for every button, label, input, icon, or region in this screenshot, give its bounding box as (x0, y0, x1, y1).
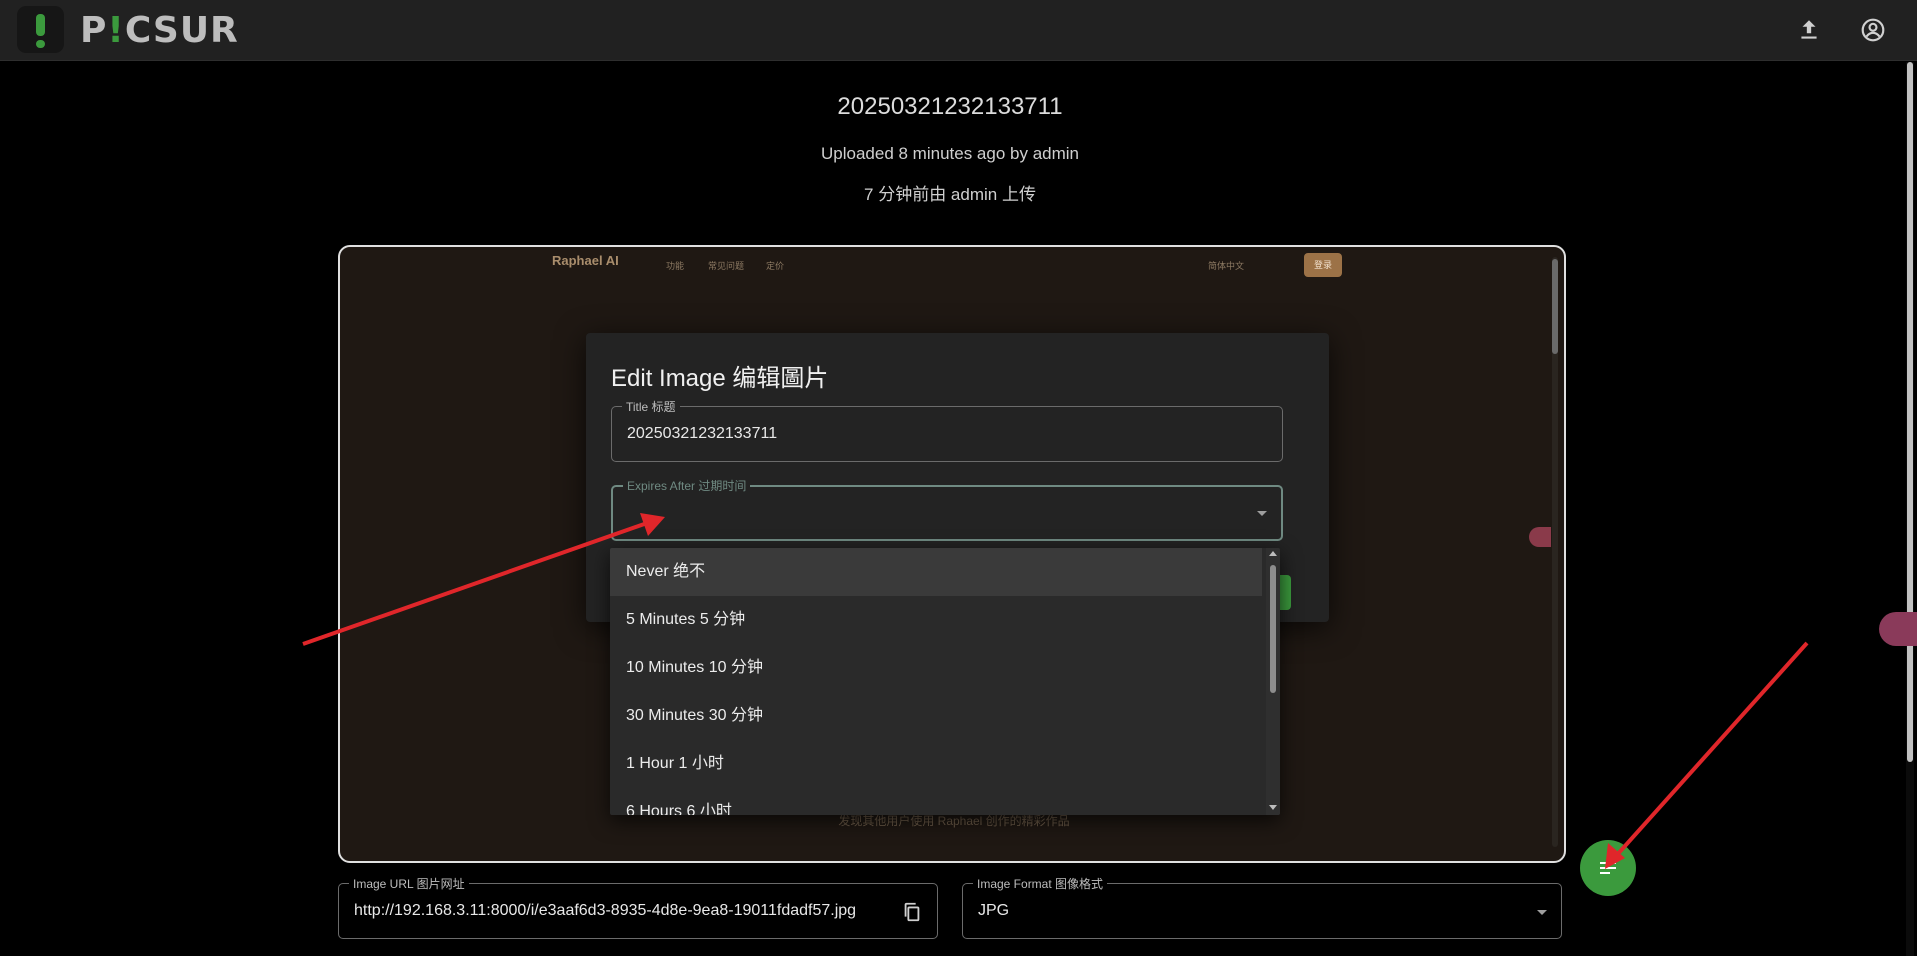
upload-icon[interactable] (1796, 17, 1822, 43)
image-url-label: Image URL 图片网址 (349, 875, 469, 892)
preview-brand: Raphael AI (552, 253, 619, 268)
expires-options-panel: Never 绝不 5 Minutes 5 分钟 10 Minutes 10 分钟… (610, 548, 1280, 815)
account-circle-icon[interactable] (1860, 17, 1886, 43)
preview-login-button: 登录 (1304, 253, 1342, 277)
app-logo-text[interactable]: P!CSUR (80, 10, 239, 51)
chevron-down-icon (1257, 511, 1267, 516)
title-field-value[interactable]: 20250321232133711 (627, 425, 777, 443)
preview-nav-item: 定价 (766, 261, 785, 271)
option-6-hours[interactable]: 6 Hours 6 小时 (610, 788, 1262, 815)
upload-info-en: Uploaded 8 minutes ago by admin (821, 144, 1079, 163)
image-url-value[interactable]: http://192.168.3.11:8000/i/e3aaf6d3-8935… (354, 902, 894, 920)
expires-after-label: Expires After 过期时间 (623, 477, 751, 494)
option-5-minutes[interactable]: 5 Minutes 5 分钟 (610, 596, 1262, 644)
page-scrollbar-thumb[interactable] (1907, 62, 1913, 762)
menu-lines-icon (1600, 862, 1616, 874)
option-never[interactable]: Never 绝不 (610, 548, 1262, 596)
annotation-arrow-right (1605, 641, 1809, 869)
top-app-bar: P!CSUR (0, 0, 1917, 61)
expires-after-select[interactable]: Expires After 过期时间 (611, 477, 1283, 541)
image-title: 20250321232133711 (837, 93, 1063, 120)
image-format-select[interactable]: Image Format 图像格式 JPG (962, 875, 1562, 939)
menu-fab-button[interactable] (1580, 840, 1636, 896)
chevron-down-icon (1537, 910, 1547, 915)
option-10-minutes[interactable]: 10 Minutes 10 分钟 (610, 644, 1262, 692)
scroll-up-arrow-icon[interactable] (1269, 551, 1277, 556)
translate-bubble-icon[interactable] (1879, 612, 1917, 646)
preview-nav-item: 常见问题 (708, 261, 745, 271)
options-scrollbar[interactable] (1266, 548, 1280, 815)
picsur-logo-icon[interactable] (17, 6, 64, 53)
image-url-field[interactable]: Image URL 图片网址 http://192.168.3.11:8000/… (338, 875, 938, 939)
preview-nav-item: 功能 (666, 261, 685, 271)
preview-language: 简体中文 (1208, 261, 1245, 271)
image-format-value: JPG (978, 902, 1010, 919)
scroll-down-arrow-icon[interactable] (1269, 805, 1277, 810)
upload-info-zh: 7 分钟前由 admin 上传 (864, 185, 1036, 204)
preview-scrollbar-thumb (1552, 259, 1558, 354)
option-30-minutes[interactable]: 30 Minutes 30 分钟 (610, 692, 1262, 740)
copy-icon[interactable] (901, 901, 923, 923)
image-format-label: Image Format 图像格式 (973, 875, 1108, 892)
title-field-label: Title 标题 (622, 398, 680, 415)
options-scrollbar-thumb[interactable] (1270, 565, 1276, 693)
preview-floating-pill (1529, 527, 1551, 547)
title-field[interactable]: Title 标题 20250321232133711 (611, 398, 1283, 462)
dialog-title: Edit Image 编辑圖片 (611, 365, 829, 392)
option-1-hour[interactable]: 1 Hour 1 小时 (610, 740, 1262, 788)
